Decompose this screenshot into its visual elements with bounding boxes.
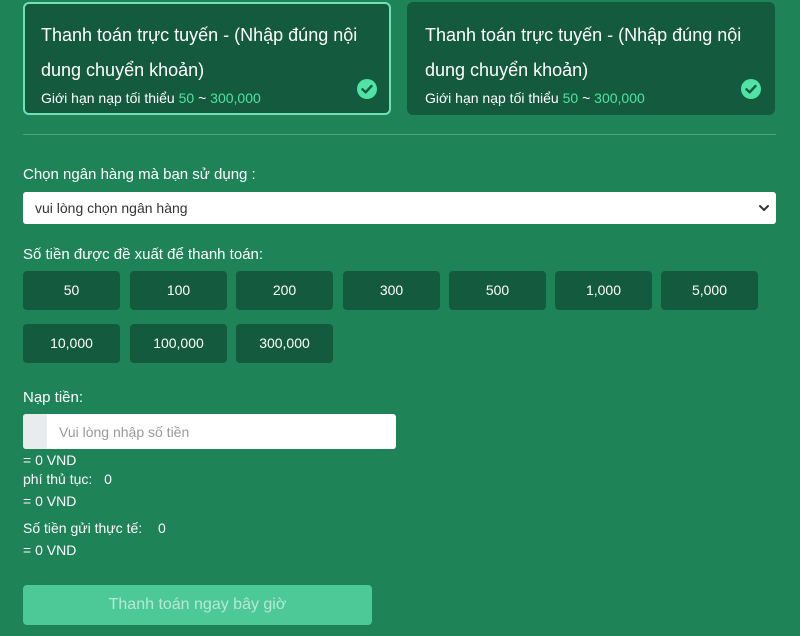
fee-row: phí thủ tục: 0 xyxy=(23,471,112,487)
check-circle-icon xyxy=(741,79,761,99)
payment-method-title: Thanh toán trực tuyến - (Nhập đúng nội d… xyxy=(41,25,358,80)
actual-amount-label: Số tiền gửi thực tế: xyxy=(23,520,143,536)
fee-label: phí thủ tục: xyxy=(23,471,93,487)
check-circle-icon xyxy=(357,79,377,99)
fee-value: 0 xyxy=(104,471,112,487)
amount-button-10000[interactable]: 10,000 xyxy=(23,324,120,363)
bank-select[interactable]: vui lòng chọn ngân hàng xyxy=(23,192,776,224)
amount-button-200[interactable]: 200 xyxy=(236,271,333,310)
pay-now-button[interactable]: Thanh toán ngay bây giờ xyxy=(23,585,372,625)
amount-button-100[interactable]: 100 xyxy=(130,271,227,310)
deposit-input-addon xyxy=(23,414,48,449)
amount-button-100000[interactable]: 100,000 xyxy=(130,324,227,363)
deposit-amount-input[interactable] xyxy=(47,414,392,449)
fee-converted: = 0 VND xyxy=(23,493,77,509)
bank-select-value: vui lòng chọn ngân hàng xyxy=(35,200,188,216)
amount-button-300[interactable]: 300 xyxy=(343,271,440,310)
amount-button-1000[interactable]: 1,000 xyxy=(555,271,652,310)
amount-button-5000[interactable]: 5,000 xyxy=(661,271,758,310)
suggested-amounts-label: Số tiền được đề xuất để thanh toán: xyxy=(23,246,264,263)
bank-select-label: Chọn ngân hàng mà bạn sử dụng : xyxy=(23,166,256,183)
payment-method-card-2[interactable]: Thanh toán trực tuyến - (Nhập đúng nội d… xyxy=(407,2,775,115)
payment-method-title: Thanh toán trực tuyến - (Nhập đúng nội d… xyxy=(425,25,742,80)
actual-amount-converted: = 0 VND xyxy=(23,542,77,558)
section-divider xyxy=(23,134,776,135)
actual-amount-row: Số tiền gửi thực tế: 0 xyxy=(23,520,166,536)
payment-method-limit: Giới hạn nạp tối thiểu 50 ~ 300,000 xyxy=(425,90,645,106)
deposit-converted: = 0 VND xyxy=(23,452,77,468)
deposit-label: Nạp tiền: xyxy=(23,389,84,406)
payment-method-card-1[interactable]: Thanh toán trực tuyến - (Nhập đúng nội d… xyxy=(23,2,391,115)
payment-method-limit: Giới hạn nạp tối thiểu 50 ~ 300,000 xyxy=(41,90,261,106)
deposit-input-group xyxy=(23,414,396,449)
actual-amount-value: 0 xyxy=(158,520,166,536)
amount-button-500[interactable]: 500 xyxy=(449,271,546,310)
chevron-down-icon xyxy=(759,205,769,211)
amount-button-300000[interactable]: 300,000 xyxy=(236,324,333,363)
amount-button-50[interactable]: 50 xyxy=(23,271,120,310)
